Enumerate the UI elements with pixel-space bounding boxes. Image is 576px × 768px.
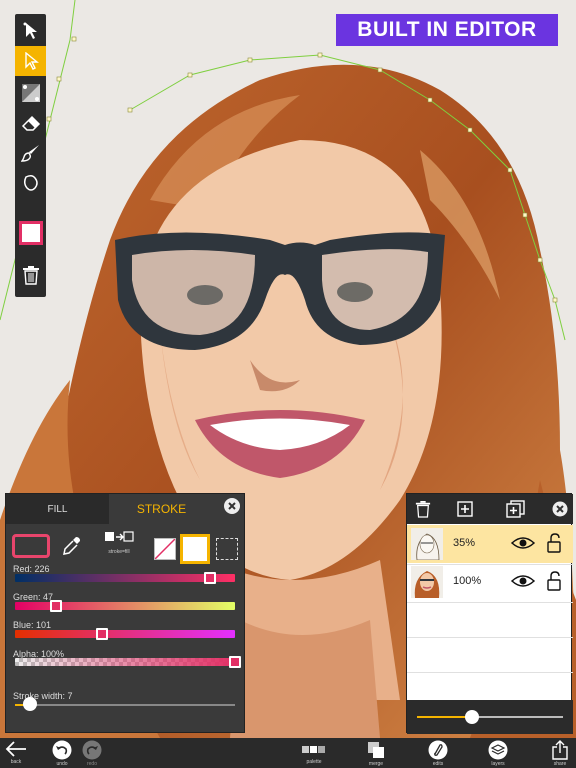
stroke-width-label: Stroke width: 7 xyxy=(13,691,73,701)
share-button[interactable]: share xyxy=(540,738,576,768)
swap-icon xyxy=(105,531,134,542)
eyedropper-button[interactable] xyxy=(62,535,82,562)
bottom-toolbar: back undo redo palette merge edits layer… xyxy=(0,738,576,768)
layers-label: layers xyxy=(491,761,505,767)
shape-tool[interactable] xyxy=(15,168,46,198)
back-arrow-icon xyxy=(5,741,26,757)
unlock-icon[interactable] xyxy=(547,571,561,591)
close-icon xyxy=(228,502,236,510)
shape-icon xyxy=(23,174,38,191)
layer-row[interactable]: 35% xyxy=(407,525,573,563)
eraser-icon xyxy=(21,115,40,131)
banner-text: BUILT IN EDITOR xyxy=(357,18,537,41)
layer-divider xyxy=(407,602,573,603)
gradient-tool[interactable] xyxy=(15,78,46,108)
undo-icon xyxy=(52,740,72,760)
share-label: share xyxy=(553,761,567,767)
blue-slider[interactable] xyxy=(15,630,235,638)
edits-button[interactable]: edits xyxy=(418,738,458,768)
palette-icon xyxy=(302,746,325,753)
layer-thumbnail xyxy=(411,528,443,560)
current-stroke-swatch[interactable] xyxy=(12,534,50,558)
redo-button[interactable]: redo xyxy=(72,738,112,768)
delete-tool[interactable] xyxy=(15,260,46,290)
palette-button[interactable]: palette xyxy=(294,738,334,768)
close-layers-panel-button[interactable] xyxy=(550,499,570,519)
green-slider-knob[interactable] xyxy=(49,600,62,612)
duplicate-layer-button[interactable] xyxy=(505,499,525,519)
stroke-width-knob[interactable] xyxy=(23,697,38,711)
tab-stroke[interactable]: STROKE xyxy=(109,494,214,524)
redo-label: redo xyxy=(86,761,97,767)
brush-tool[interactable] xyxy=(15,138,46,168)
arrow-select-icon xyxy=(23,22,37,39)
green-label: Green: 47 xyxy=(13,592,54,602)
arrow-select-tool[interactable] xyxy=(15,16,46,46)
eyedropper-icon xyxy=(63,537,80,555)
red-label: Red: 226 xyxy=(13,564,50,574)
trash-icon xyxy=(415,501,431,518)
layers-toolbar xyxy=(407,494,573,524)
layer-opacity-fill xyxy=(417,716,473,718)
layers-icon xyxy=(488,740,508,760)
alpha-slider-knob[interactable] xyxy=(229,656,241,668)
layer-opacity-bar xyxy=(407,700,573,734)
tool-palette xyxy=(15,14,46,297)
swap-label: stroke=fill xyxy=(108,549,130,555)
no-color-icon xyxy=(155,539,175,559)
stroke-equals-fill-button[interactable]: stroke=fill xyxy=(102,530,136,555)
palette-label: palette xyxy=(306,759,322,765)
color-panel: FILL STROKE stroke=fill Red: 226 Green: … xyxy=(5,493,245,733)
tab-fill[interactable]: FILL xyxy=(6,494,109,524)
edits-icon xyxy=(428,740,448,760)
no-color-swatch[interactable] xyxy=(154,538,176,560)
merge-label: merge xyxy=(368,761,384,767)
stroke-width-slider[interactable] xyxy=(15,704,235,706)
eraser-tool[interactable] xyxy=(15,108,46,138)
blue-label: Blue: 101 xyxy=(13,620,52,630)
layers-panel: 35% 100% xyxy=(406,493,573,734)
unlock-icon[interactable] xyxy=(547,533,561,553)
layers-button[interactable]: layers xyxy=(478,738,518,768)
eye-icon[interactable] xyxy=(511,536,535,550)
close-color-panel-button[interactable] xyxy=(224,498,240,514)
node-select-tool[interactable] xyxy=(15,46,46,76)
layer-opacity: 100% xyxy=(453,575,482,587)
share-icon xyxy=(552,740,568,760)
back-label: back xyxy=(10,759,22,765)
layer-opacity-knob[interactable] xyxy=(465,710,480,724)
alpha-slider[interactable] xyxy=(15,658,235,666)
red-slider[interactable] xyxy=(15,574,235,582)
color-tabs: FILL STROKE xyxy=(6,494,246,524)
red-slider-knob[interactable] xyxy=(203,572,216,584)
eye-icon[interactable] xyxy=(511,574,535,588)
merge-icon xyxy=(368,742,384,758)
duplicate-icon xyxy=(506,500,525,518)
promo-banner: BUILT IN EDITOR xyxy=(336,14,558,46)
white-swatch[interactable] xyxy=(180,534,210,564)
layer-divider xyxy=(407,637,573,638)
edits-label: edits xyxy=(432,761,444,767)
close-icon xyxy=(552,501,568,517)
delete-layer-button[interactable] xyxy=(413,499,433,519)
current-color-tool[interactable] xyxy=(15,216,46,250)
color-swatch-icon xyxy=(18,221,43,245)
back-button[interactable]: back xyxy=(0,738,36,768)
empty-swatch[interactable] xyxy=(216,538,238,560)
node-select-icon xyxy=(24,52,39,70)
layer-thumbnail xyxy=(411,566,443,598)
layer-row[interactable]: 100% xyxy=(407,563,573,601)
green-slider[interactable] xyxy=(15,602,235,610)
blue-slider-knob[interactable] xyxy=(96,628,109,640)
brush-icon xyxy=(20,145,39,162)
trash-icon xyxy=(22,266,39,285)
add-icon xyxy=(457,501,473,517)
add-layer-button[interactable] xyxy=(455,499,475,519)
gradient-icon xyxy=(21,84,40,102)
merge-button[interactable]: merge xyxy=(356,738,396,768)
layer-divider xyxy=(407,672,573,673)
layer-opacity: 35% xyxy=(453,537,476,549)
redo-icon xyxy=(82,740,102,760)
